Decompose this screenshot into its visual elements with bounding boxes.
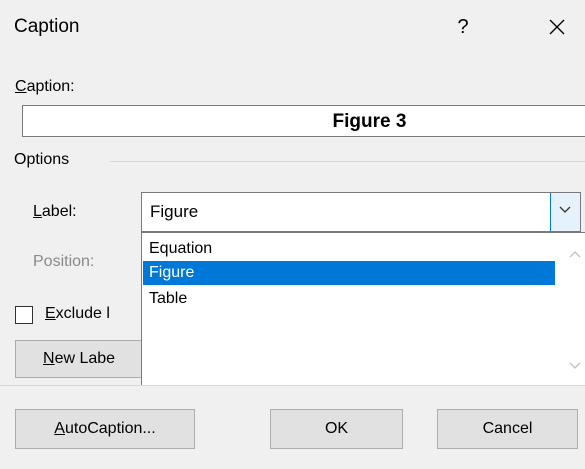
label-dropdown-list: Equation Figure Table — [141, 232, 585, 386]
caption-input[interactable]: Figure 3 — [22, 105, 585, 137]
caption-value: Figure 3 — [332, 111, 407, 132]
close-icon — [549, 19, 565, 35]
help-button[interactable]: ? — [448, 12, 478, 42]
exclude-label-text: Exclude l — [45, 305, 110, 322]
autocaption-button[interactable]: AutoCaption... — [15, 409, 195, 449]
position-field-label: Position: — [33, 253, 95, 270]
footer-divider — [0, 385, 585, 386]
label-combobox-value: Figure — [150, 202, 199, 221]
scroll-up-icon[interactable] — [569, 245, 581, 263]
caption-dialog: Caption ? Caption: Figure 3 Options Labe… — [0, 0, 585, 469]
ok-button[interactable]: OK — [270, 409, 403, 449]
dropdown-item-table[interactable]: Table — [143, 287, 555, 311]
cancel-button[interactable]: Cancel — [437, 409, 578, 449]
caption-label: Caption: — [15, 78, 75, 95]
dropdown-item-equation[interactable]: Equation — [143, 237, 555, 261]
label-field-label: Label: — [33, 203, 77, 220]
chevron-down-icon — [559, 206, 571, 213]
new-label-button-text: New Labe — [43, 350, 116, 367]
options-divider — [110, 161, 585, 162]
title-bar: Caption ? — [0, 0, 585, 60]
exclude-label-checkbox[interactable] — [15, 306, 33, 324]
scroll-down-icon[interactable] — [569, 357, 581, 375]
dropdown-item-figure[interactable]: Figure — [143, 261, 555, 285]
label-dropdown-button[interactable] — [550, 193, 580, 231]
close-button[interactable] — [540, 12, 574, 42]
dialog-title: Caption — [14, 16, 80, 37]
options-group-label: Options — [14, 151, 70, 168]
label-combobox[interactable]: Figure — [141, 192, 581, 232]
